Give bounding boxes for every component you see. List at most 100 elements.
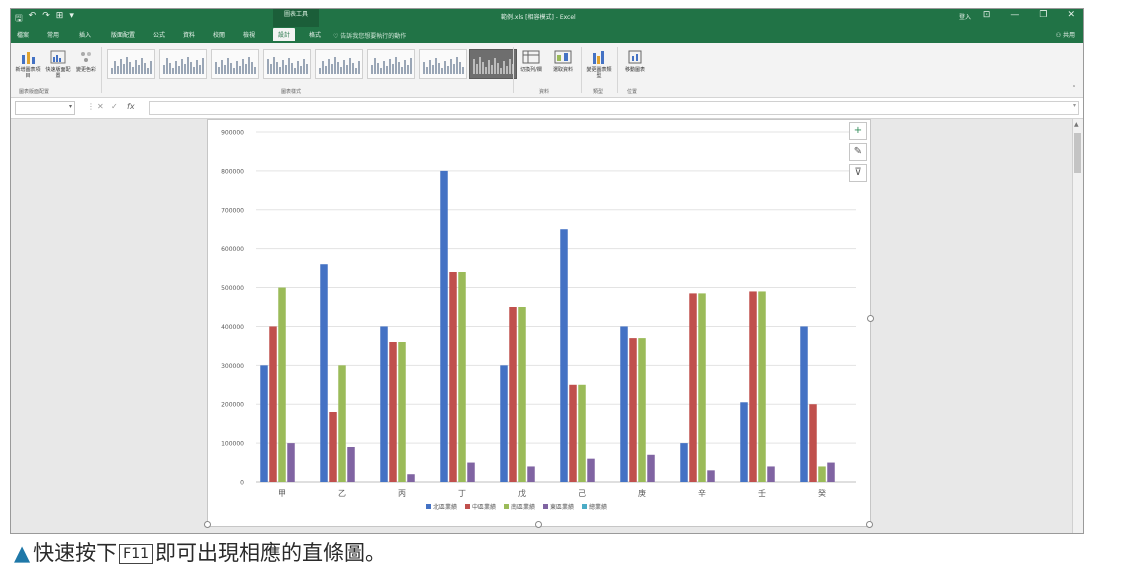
tab-review[interactable]: 校閱	[213, 30, 225, 39]
tab-insert[interactable]: 插入	[79, 30, 91, 39]
ribbon-separator	[581, 47, 582, 93]
change-chart-type-button[interactable]: 變更圖表類型	[585, 49, 613, 79]
person-icon: ⚇	[1055, 32, 1063, 39]
move-chart-button[interactable]: 移動圖表	[621, 49, 649, 73]
chart-style-thumbnail[interactable]	[419, 49, 467, 79]
caption: ▲ 快速按下 F11 即可出現相應的直條圖。	[14, 540, 386, 566]
formula-bar: ▾ ⋮ ✕ ✓ fx ▾	[11, 98, 1083, 119]
chart-filter-icon[interactable]: ⊽	[849, 164, 867, 182]
x-tick-label: 丙	[398, 489, 406, 498]
ribbon-separator	[101, 47, 102, 93]
legend-label: 總業績	[589, 503, 607, 511]
scrollbar-thumb[interactable]	[1074, 133, 1081, 173]
chart-style-thumbnail[interactable]	[159, 49, 207, 79]
bar	[287, 443, 295, 482]
bar	[629, 338, 637, 482]
bar	[329, 412, 337, 482]
y-tick-label: 800000	[221, 168, 244, 175]
chevron-down-icon[interactable]: ▾	[69, 103, 72, 110]
insert-function-icon[interactable]: fx	[127, 102, 135, 111]
tab-file[interactable]: 檔案	[17, 30, 29, 39]
group-label-styles: 圖表樣式	[281, 89, 302, 95]
context-tool-title: 圖表工具	[273, 9, 319, 27]
customize-qat-icon[interactable]: ▾	[69, 11, 74, 27]
tab-formulas[interactable]: 公式	[153, 30, 165, 39]
switch-row-column-button[interactable]: 切換列/欄	[517, 49, 545, 73]
resize-handle[interactable]	[535, 521, 542, 528]
triangle-marker-icon: ▲	[14, 541, 31, 565]
enter-icon[interactable]: ✓	[111, 102, 118, 111]
group-label-location: 位置	[627, 89, 638, 95]
cancel-icon[interactable]: ✕	[97, 102, 104, 111]
save-icon[interactable]: 🖫	[15, 11, 23, 27]
more-options-icon: ⋮	[87, 102, 95, 111]
x-tick-label: 乙	[338, 489, 346, 498]
chart-area[interactable]: 0 100000 200000 300000 400000 500000 600000 700…	[207, 119, 871, 527]
tab-page-layout[interactable]: 版面配置	[111, 30, 135, 39]
name-box[interactable]: ▾	[15, 101, 75, 115]
resize-handle[interactable]	[866, 521, 873, 528]
collapse-ribbon-icon[interactable]: ⌃	[1069, 85, 1079, 91]
bar	[449, 272, 457, 482]
x-tick-label: 辛	[698, 488, 706, 498]
group-label-type: 類型	[593, 89, 604, 95]
switch-row-col-icon	[522, 50, 540, 64]
add-chart-element-button[interactable]: 新增圖表項目	[15, 49, 41, 79]
chart-styles-brush-icon[interactable]: ✎	[849, 143, 867, 161]
resize-handle[interactable]	[204, 521, 211, 528]
title-bar: 🖫 ↶ ↷ ⊞ ▾ 圖表工具 範例.xls [相容模式] - Excel 登入 …	[11, 9, 1083, 27]
restore-icon[interactable]: ❐	[1039, 10, 1047, 20]
chart-style-thumbnail[interactable]	[211, 49, 259, 79]
close-icon[interactable]: ✕	[1067, 10, 1075, 20]
sign-in-link[interactable]: 登入	[959, 12, 971, 21]
bar	[380, 326, 388, 482]
switch-row-col-label: 切換列/欄	[520, 67, 542, 73]
y-tick-label: 400000	[221, 324, 244, 331]
tab-view[interactable]: 檢視	[243, 30, 255, 39]
preview-icon[interactable]: ⊞	[56, 11, 64, 27]
chart-style-thumbnail[interactable]	[367, 49, 415, 79]
tab-home[interactable]: 常用	[47, 30, 59, 39]
y-tick-label: 100000	[221, 441, 244, 448]
x-tick-label: 己	[578, 489, 586, 498]
tab-design[interactable]: 設計	[273, 28, 296, 41]
chart-elements-button[interactable]: +	[849, 122, 867, 140]
bar	[800, 326, 808, 482]
chart-style-thumbnail[interactable]	[263, 49, 311, 79]
quick-layout-button[interactable]: 快速版面配置	[45, 49, 71, 79]
redo-icon[interactable]: ↷	[42, 11, 50, 27]
change-colors-button[interactable]: 變更色彩	[75, 49, 97, 73]
bar	[827, 462, 835, 482]
change-colors-label: 變更色彩	[75, 67, 96, 73]
ribbon: 新增圖表項目 快速版面配置 變更色彩 圖表版面配置 圖表樣式 切換列/欄 選取資…	[11, 43, 1083, 98]
window-title: 範例.xls [相容模式] - Excel	[501, 14, 576, 21]
scroll-up-icon[interactable]: ▲	[1074, 121, 1079, 128]
ribbon-display-icon[interactable]: ⊡	[983, 10, 991, 20]
formula-input[interactable]	[149, 101, 1079, 115]
undo-icon[interactable]: ↶	[29, 11, 37, 27]
bar	[527, 466, 535, 482]
bar	[389, 342, 397, 482]
resize-handle[interactable]	[867, 315, 874, 322]
bar	[278, 287, 286, 482]
bar	[809, 404, 817, 482]
select-data-button[interactable]: 選取資料	[549, 49, 577, 73]
share-button[interactable]: ⚇ 共用	[1056, 30, 1075, 39]
tab-format[interactable]: 格式	[309, 30, 321, 39]
y-tick-label: 600000	[221, 246, 244, 253]
expand-formula-icon[interactable]: ▾	[1073, 102, 1076, 109]
chart-style-thumbnail[interactable]	[107, 49, 155, 79]
bar	[587, 458, 595, 482]
window-controls: ⊡ — ❐ ✕	[983, 10, 1075, 20]
minimize-icon[interactable]: —	[1010, 10, 1019, 20]
chart-style-thumbnail[interactable]	[469, 49, 517, 79]
chart-style-thumbnail[interactable]	[315, 49, 363, 79]
tell-me-search[interactable]: ♡ 告訴我您想要執行的動作	[333, 31, 406, 40]
column-chart: 0 100000 200000 300000 400000 500000 600000 700…	[221, 130, 856, 511]
vertical-scrollbar[interactable]: ▲	[1072, 119, 1083, 533]
bar	[467, 462, 475, 482]
ribbon-separator	[513, 47, 514, 93]
group-label-data: 資料	[539, 89, 550, 95]
bar	[269, 326, 277, 482]
tab-data[interactable]: 資料	[183, 30, 195, 39]
